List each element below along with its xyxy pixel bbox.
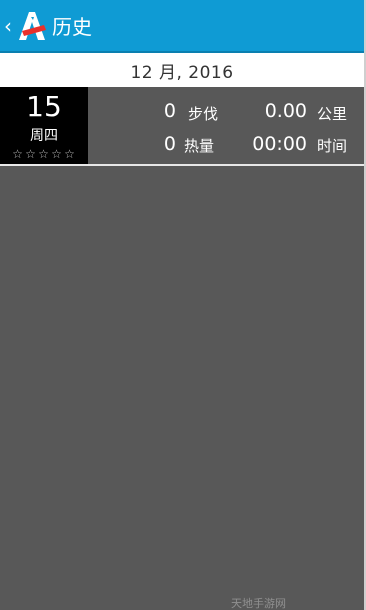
star-rating: ☆ ☆ ☆ ☆ ☆	[11, 147, 76, 161]
star-icon: ☆	[25, 147, 36, 161]
steps-unit: 步伐	[188, 105, 219, 123]
duration-stat: 00:00	[230, 133, 307, 155]
star-icon: ☆	[51, 147, 62, 161]
steps-stat: 0	[120, 100, 176, 122]
calories-value: 0	[163, 133, 176, 155]
watermark: 天地手游网	[231, 597, 286, 610]
distance-stat: 0.00	[230, 100, 307, 122]
screen: ‹ 历史 12 月, 2016 15 周四 ☆ ☆ ☆ ☆ ☆ 0 步伐 0.0…	[0, 0, 366, 610]
calories-unit: 热量	[184, 137, 215, 155]
distance-value: 0.00	[264, 100, 307, 122]
calories-stat: 0	[120, 133, 176, 155]
page-title: 历史	[52, 15, 92, 39]
date-box: 15 周四 ☆ ☆ ☆ ☆ ☆	[0, 87, 88, 164]
month-label: 12 月, 2016	[130, 62, 234, 83]
back-button[interactable]: ‹	[0, 0, 48, 51]
action-bar: ‹ 历史	[0, 0, 364, 53]
steps-value: 0	[163, 100, 176, 122]
app-logo-icon	[19, 11, 46, 40]
month-header: 12 月, 2016	[0, 53, 364, 87]
day-row[interactable]: 15 周四 ☆ ☆ ☆ ☆ ☆ 0 步伐 0.00 公里 0 热量 00:00	[0, 87, 364, 166]
star-icon: ☆	[64, 147, 75, 161]
duration-value: 00:00	[252, 133, 307, 155]
star-icon: ☆	[12, 147, 23, 161]
duration-unit: 时间	[317, 137, 348, 155]
star-icon: ☆	[38, 147, 49, 161]
weekday-label: 周四	[30, 128, 58, 144]
distance-unit: 公里	[317, 105, 348, 123]
day-number: 15	[26, 90, 62, 123]
chevron-left-icon: ‹	[4, 13, 12, 38]
